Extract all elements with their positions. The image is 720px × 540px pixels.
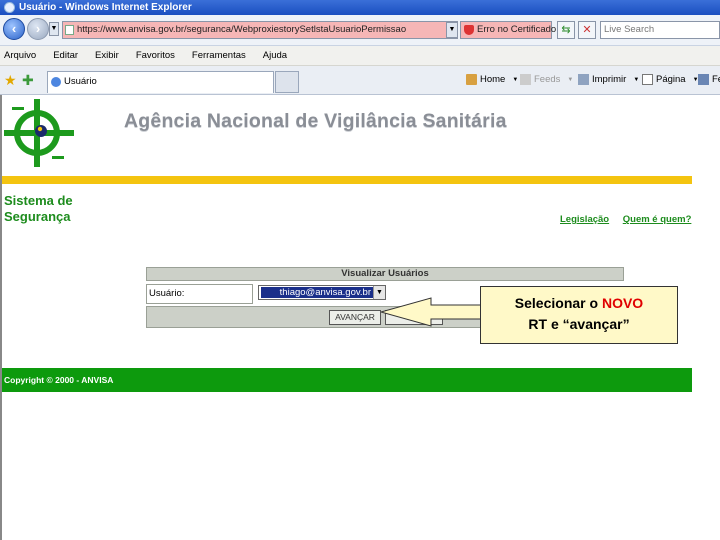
- feeds-icon: [520, 74, 531, 85]
- search-input[interactable]: Live Search: [600, 21, 720, 39]
- url-dropdown[interactable]: ▼: [446, 22, 458, 38]
- user-select[interactable]: thiago@anvisa.gov.br ▼: [258, 285, 386, 300]
- chevron-down-icon: ▼: [633, 76, 640, 83]
- system-title-line1: Sistema de: [4, 193, 73, 208]
- tools-icon: [698, 74, 709, 85]
- add-favorite-icon[interactable]: ✚: [22, 72, 34, 89]
- agency-title: Agência Nacional de Vigilância Sanitária: [124, 110, 507, 132]
- forward-button[interactable]: ›: [27, 18, 49, 40]
- home-icon: [466, 74, 477, 85]
- back-button[interactable]: ‹: [3, 18, 25, 40]
- system-title-line2: Segurança: [4, 209, 71, 224]
- user-select-value: thiago@anvisa.gov.br: [261, 287, 373, 298]
- stop-button[interactable]: ✕: [578, 21, 596, 39]
- callout-line1: Selecionar o NOVO: [481, 293, 677, 314]
- menu-ajuda[interactable]: Ajuda: [263, 50, 287, 61]
- callout-prefix: Selecionar o: [514, 295, 602, 311]
- page-content: Agência Nacional de Vigilância Sanitária…: [0, 95, 720, 540]
- menu-arquivo[interactable]: Arquivo: [4, 50, 36, 61]
- menu-favoritos[interactable]: Favoritos: [136, 50, 175, 61]
- cert-label: Erro no Certificado: [477, 24, 557, 35]
- form-header: Visualizar Usuários: [146, 267, 624, 281]
- certificate-error-button[interactable]: Erro no Certificado: [460, 21, 556, 39]
- window-title: Usuário - Windows Internet Explorer: [19, 2, 192, 13]
- url-text: https://www.anvisa.gov.br/seguranca/Webp…: [77, 24, 407, 35]
- print-label: Imprimir: [592, 74, 627, 85]
- tools-menu-button[interactable]: Fe: [698, 74, 720, 85]
- shield-icon: [464, 25, 474, 35]
- left-border: [0, 95, 2, 540]
- page-icon: [65, 25, 74, 35]
- chevron-down-icon: ▼: [512, 76, 519, 83]
- menu-bar: Arquivo Editar Exibir Favoritos Ferramen…: [0, 46, 720, 66]
- new-tab-button[interactable]: [275, 71, 299, 93]
- header-links: Legislação Quem é quem?: [560, 214, 702, 225]
- page-menu-button[interactable]: Página ▼: [642, 74, 699, 85]
- url-field[interactable]: https://www.anvisa.gov.br/seguranca/Webp…: [62, 21, 458, 39]
- feeds-label: Feeds: [534, 74, 561, 85]
- tab-label: Usuário: [64, 76, 97, 87]
- address-toolbar: ‹ › ▼ https://www.anvisa.gov.br/seguranc…: [0, 15, 720, 46]
- link-legislacao[interactable]: Legislação: [560, 214, 609, 225]
- history-dropdown[interactable]: ▼: [49, 22, 59, 36]
- callout-line2: RT e “avançar”: [528, 316, 630, 332]
- window-titlebar: Usuário - Windows Internet Explorer: [0, 0, 720, 15]
- refresh-button[interactable]: ⇆: [557, 21, 575, 39]
- instruction-callout: Selecionar o NOVO RT e “avançar”: [480, 286, 678, 344]
- page-icon: [642, 74, 653, 85]
- tab-page-icon: [51, 77, 61, 87]
- menu-editar[interactable]: Editar: [53, 50, 78, 61]
- print-button[interactable]: Imprimir ▼: [578, 74, 639, 85]
- search-placeholder: Live Search: [604, 24, 655, 35]
- home-label: Home: [480, 74, 506, 85]
- user-field-label: Usuário:: [146, 284, 253, 304]
- tools-label: Fe: [712, 74, 720, 85]
- chevron-down-icon: ▼: [567, 76, 574, 83]
- menu-ferramentas[interactable]: Ferramentas: [192, 50, 246, 61]
- home-button[interactable]: Home ▼: [466, 74, 518, 85]
- page-label: Página: [656, 74, 686, 85]
- tab-usuario[interactable]: Usuário: [47, 71, 274, 93]
- feeds-button[interactable]: Feeds ▼: [520, 74, 573, 85]
- callout-highlight: NOVO: [601, 295, 644, 311]
- page-footer: Copyright © 2000 - ANVISA: [2, 368, 692, 392]
- link-quem-e-quem[interactable]: Quem é quem?: [623, 214, 692, 225]
- favorites-star-icon[interactable]: ★: [4, 72, 17, 89]
- internet-explorer-icon: [4, 2, 15, 13]
- printer-icon: [578, 74, 589, 85]
- advance-button[interactable]: AVANÇAR: [329, 310, 381, 325]
- menu-exibir[interactable]: Exibir: [95, 50, 119, 61]
- tab-bar: ★ ✚ Usuário Home ▼ Feeds ▼ Imprimir ▼ Pá…: [0, 66, 720, 95]
- anvisa-logo: [4, 99, 74, 167]
- header-divider: [2, 176, 692, 184]
- system-title: Sistema de Segurança: [4, 193, 73, 225]
- callout-arrow-icon: [381, 297, 481, 327]
